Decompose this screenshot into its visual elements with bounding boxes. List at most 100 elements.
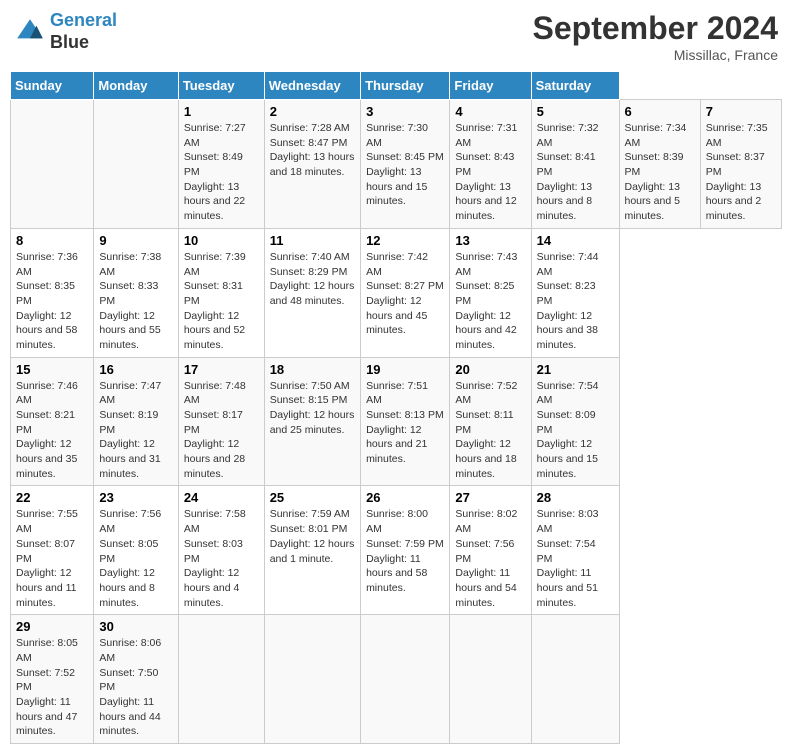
sunrise-text: Sunrise: 7:59 AM [270, 508, 350, 520]
sunrise-text: Sunrise: 7:46 AM [16, 380, 78, 407]
day-info: Sunrise: 7:43 AMSunset: 8:25 PMDaylight:… [455, 250, 525, 353]
daylight-text: Daylight: 11 hours and 44 minutes. [99, 696, 160, 737]
day-info: Sunrise: 7:51 AMSunset: 8:13 PMDaylight:… [366, 379, 444, 467]
sunset-text: Sunset: 8:37 PM [706, 151, 765, 178]
calendar-cell [531, 615, 619, 744]
title-block: September 2024 Missillac, France [533, 10, 778, 63]
month-title: September 2024 [533, 10, 778, 47]
sunset-text: Sunset: 8:17 PM [184, 409, 243, 436]
day-number: 1 [184, 104, 259, 119]
daylight-text: Daylight: 12 hours and 52 minutes. [184, 310, 245, 351]
daylight-text: Daylight: 13 hours and 8 minutes. [537, 181, 592, 222]
calendar-week-row: 22Sunrise: 7:55 AMSunset: 8:07 PMDayligh… [11, 486, 782, 615]
day-info: Sunrise: 7:59 AMSunset: 8:01 PMDaylight:… [270, 507, 355, 566]
daylight-text: Daylight: 13 hours and 2 minutes. [706, 181, 761, 222]
day-info: Sunrise: 7:42 AMSunset: 8:27 PMDaylight:… [366, 250, 444, 338]
daylight-text: Daylight: 11 hours and 54 minutes. [455, 567, 516, 608]
sunrise-text: Sunrise: 7:35 AM [706, 122, 768, 149]
daylight-text: Daylight: 13 hours and 15 minutes. [366, 166, 427, 207]
daylight-text: Daylight: 12 hours and 58 minutes. [16, 310, 77, 351]
sunrise-text: Sunrise: 7:58 AM [184, 508, 246, 535]
day-number: 4 [455, 104, 525, 119]
daylight-text: Daylight: 12 hours and 38 minutes. [537, 310, 598, 351]
sunset-text: Sunset: 8:49 PM [184, 151, 243, 178]
calendar-cell: 9Sunrise: 7:38 AMSunset: 8:33 PMDaylight… [94, 228, 178, 357]
sunset-text: Sunset: 8:15 PM [270, 394, 348, 406]
sunrise-text: Sunrise: 7:28 AM [270, 122, 350, 134]
calendar-cell: 16Sunrise: 7:47 AMSunset: 8:19 PMDayligh… [94, 357, 178, 486]
day-number: 19 [366, 362, 444, 377]
sunset-text: Sunset: 8:41 PM [537, 151, 596, 178]
daylight-text: Daylight: 12 hours and 18 minutes. [455, 438, 516, 479]
sunrise-text: Sunrise: 7:44 AM [537, 251, 599, 278]
calendar-cell: 30Sunrise: 8:06 AMSunset: 7:50 PMDayligh… [94, 615, 178, 744]
calendar-cell: 11Sunrise: 7:40 AMSunset: 8:29 PMDayligh… [264, 228, 360, 357]
day-number: 11 [270, 233, 355, 248]
sunrise-text: Sunrise: 7:47 AM [99, 380, 161, 407]
sunset-text: Sunset: 7:56 PM [455, 538, 514, 565]
sunrise-text: Sunrise: 7:54 AM [537, 380, 599, 407]
daylight-text: Daylight: 12 hours and 28 minutes. [184, 438, 245, 479]
sunset-text: Sunset: 8:43 PM [455, 151, 514, 178]
sunset-text: Sunset: 8:21 PM [16, 409, 75, 436]
day-number: 17 [184, 362, 259, 377]
daylight-text: Daylight: 13 hours and 5 minutes. [625, 181, 680, 222]
sunrise-text: Sunrise: 7:48 AM [184, 380, 246, 407]
sunset-text: Sunset: 8:07 PM [16, 538, 75, 565]
calendar-cell [361, 615, 450, 744]
calendar-week-row: 29Sunrise: 8:05 AMSunset: 7:52 PMDayligh… [11, 615, 782, 744]
sunset-text: Sunset: 8:25 PM [455, 280, 514, 307]
day-number: 13 [455, 233, 525, 248]
day-info: Sunrise: 7:54 AMSunset: 8:09 PMDaylight:… [537, 379, 614, 482]
day-number: 24 [184, 490, 259, 505]
day-number: 15 [16, 362, 88, 377]
day-number: 5 [537, 104, 614, 119]
sunrise-text: Sunrise: 8:00 AM [366, 508, 428, 535]
weekday-header-thursday: Thursday [361, 72, 450, 100]
day-info: Sunrise: 7:27 AMSunset: 8:49 PMDaylight:… [184, 121, 259, 224]
logo-general: General [50, 10, 117, 30]
day-number: 6 [625, 104, 695, 119]
sunrise-text: Sunrise: 7:56 AM [99, 508, 161, 535]
sunset-text: Sunset: 8:05 PM [99, 538, 158, 565]
day-number: 10 [184, 233, 259, 248]
daylight-text: Daylight: 11 hours and 47 minutes. [16, 696, 77, 737]
sunrise-text: Sunrise: 8:03 AM [537, 508, 599, 535]
sunset-text: Sunset: 8:45 PM [366, 151, 444, 163]
calendar-cell: 26Sunrise: 8:00 AMSunset: 7:59 PMDayligh… [361, 486, 450, 615]
daylight-text: Daylight: 12 hours and 21 minutes. [366, 424, 427, 465]
daylight-text: Daylight: 13 hours and 22 minutes. [184, 181, 245, 222]
calendar-week-row: 15 Sunrise: 7:46 AMSunset: 8:21 PM Dayligh… [11, 357, 782, 486]
calendar-cell: 20Sunrise: 7:52 AMSunset: 8:11 PMDayligh… [450, 357, 531, 486]
day-info: Sunrise: 7:39 AMSunset: 8:31 PMDaylight:… [184, 250, 259, 353]
day-info: Sunrise: 7:44 AMSunset: 8:23 PMDaylight:… [537, 250, 614, 353]
day-info: Sunrise: 7:52 AMSunset: 8:11 PMDaylight:… [455, 379, 525, 482]
sunrise-text: Sunrise: 7:30 AM [366, 122, 428, 149]
calendar-cell: 3Sunrise: 7:30 AMSunset: 8:45 PMDaylight… [361, 100, 450, 229]
daylight-text: Daylight: 12 hours and 42 minutes. [455, 310, 516, 351]
day-number: 16 [99, 362, 172, 377]
day-info: Sunrise: 7:48 AMSunset: 8:17 PMDaylight:… [184, 379, 259, 482]
calendar-week-row: 1 Sunrise: 7:27 AMSunset: 8:49 PMDaylight… [11, 100, 782, 229]
daylight-text: Daylight: 12 hours and 31 minutes. [99, 438, 160, 479]
calendar-cell [264, 615, 360, 744]
day-info: Sunrise: 7:34 AMSunset: 8:39 PMDaylight:… [625, 121, 695, 224]
day-info: Sunrise: 7:30 AM Sunset: 8:45 PM Daylight:… [366, 121, 444, 209]
calendar-cell: 29Sunrise: 8:05 AMSunset: 7:52 PMDayligh… [11, 615, 94, 744]
sunrise-text: Sunrise: 7:40 AM [270, 251, 350, 263]
sunrise-text: Sunrise: 8:05 AM [16, 637, 78, 664]
daylight-text: Daylight: 13 hours and 12 minutes. [455, 181, 516, 222]
sunset-text: Sunset: 8:27 PM [366, 280, 444, 292]
sunset-text: Sunset: 8:03 PM [184, 538, 243, 565]
daylight-text: Daylight: 11 hours and 51 minutes. [537, 567, 598, 608]
daylight-text: Daylight: 12 hours and 15 minutes. [537, 438, 598, 479]
sunrise-text: Sunrise: 8:02 AM [455, 508, 517, 535]
sunset-text: Sunset: 8:11 PM [455, 409, 513, 436]
calendar-week-row: 8Sunrise: 7:36 AMSunset: 8:35 PMDaylight… [11, 228, 782, 357]
sunrise-text: Sunrise: 7:32 AM [537, 122, 599, 149]
calendar-cell: 13 Sunrise: 7:43 AMSunset: 8:25 PMDayligh… [450, 228, 531, 357]
day-info: Sunrise: 8:00 AMSunset: 7:59 PMDaylight:… [366, 507, 444, 595]
day-info: Sunrise: 7:55 AMSunset: 8:07 PMDaylight:… [16, 507, 88, 610]
sunset-text: Sunset: 8:13 PM [366, 409, 444, 421]
sunrise-text: Sunrise: 8:06 AM [99, 637, 161, 664]
